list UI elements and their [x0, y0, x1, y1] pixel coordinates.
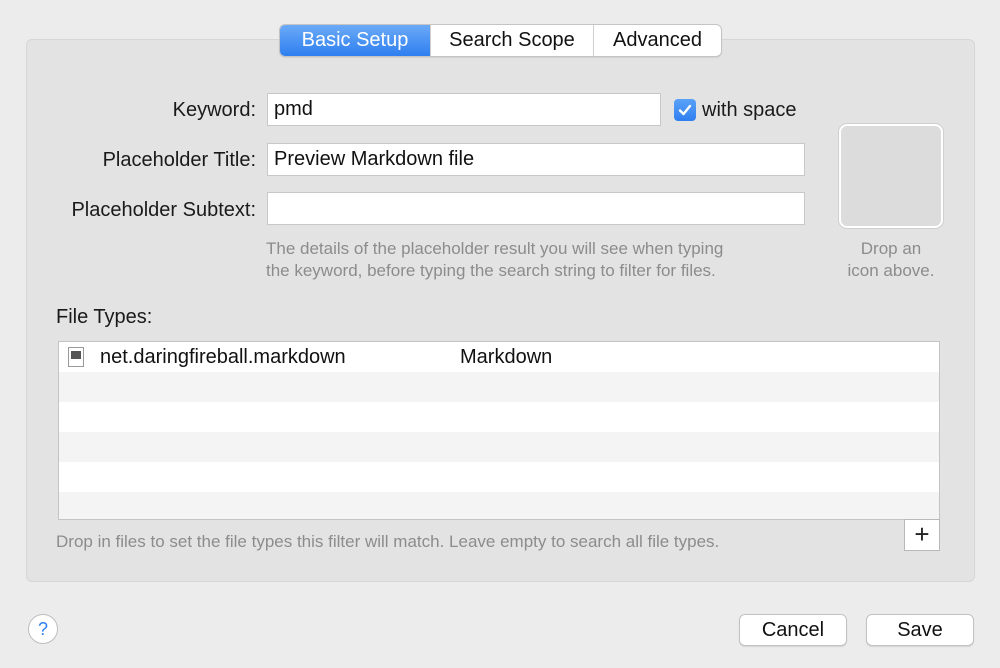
tab-bar: Basic Setup Search Scope Advanced — [279, 24, 722, 57]
table-row-empty — [59, 462, 939, 492]
add-file-type-button[interactable]: + — [904, 519, 940, 551]
file-types-label: File Types: — [56, 306, 153, 328]
placeholder-title-field[interactable]: Preview Markdown file — [267, 143, 805, 176]
icon-drop-hint: Drop an icon above. — [836, 238, 946, 282]
table-row-empty — [59, 492, 939, 519]
save-button[interactable]: Save — [866, 614, 974, 646]
table-row[interactable]: net.daringfireball.markdown Markdown — [59, 342, 939, 372]
placeholder-hint-line2: the keyword, before typing the search st… — [266, 261, 716, 280]
file-type-name: Markdown — [460, 346, 553, 368]
tab-search-scope[interactable]: Search Scope — [430, 25, 593, 56]
keyword-label: Keyword: — [172, 99, 256, 121]
file-type-uti: net.daringfireball.markdown — [100, 346, 346, 368]
placeholder-hint: The details of the placeholder result yo… — [266, 238, 723, 282]
icon-drop-hint-line1: Drop an — [860, 239, 922, 258]
placeholder-hint-line1: The details of the placeholder result yo… — [266, 239, 724, 258]
icon-drop-well[interactable] — [839, 124, 943, 228]
cancel-button[interactable]: Cancel — [739, 614, 847, 646]
checkmark-icon — [678, 104, 692, 116]
tab-basic-setup[interactable]: Basic Setup — [280, 25, 430, 56]
with-space-label: with space — [702, 99, 797, 121]
help-button[interactable]: ? — [28, 614, 58, 644]
placeholder-title-label: Placeholder Title: — [102, 149, 256, 171]
table-row-empty — [59, 432, 939, 462]
markdown-file-icon — [68, 347, 84, 367]
table-row-empty — [59, 372, 939, 402]
file-types-table[interactable]: net.daringfireball.markdown Markdown — [58, 341, 940, 520]
with-space-checkbox[interactable] — [674, 99, 696, 121]
tab-advanced[interactable]: Advanced — [593, 25, 721, 56]
table-row-empty — [59, 402, 939, 432]
keyword-field[interactable]: pmd — [267, 93, 661, 126]
placeholder-subtext-field[interactable] — [267, 192, 805, 225]
icon-drop-hint-line2: icon above. — [847, 261, 935, 280]
placeholder-subtext-label: Placeholder Subtext: — [71, 199, 256, 221]
file-types-hint: Drop in files to set the file types this… — [56, 532, 720, 551]
